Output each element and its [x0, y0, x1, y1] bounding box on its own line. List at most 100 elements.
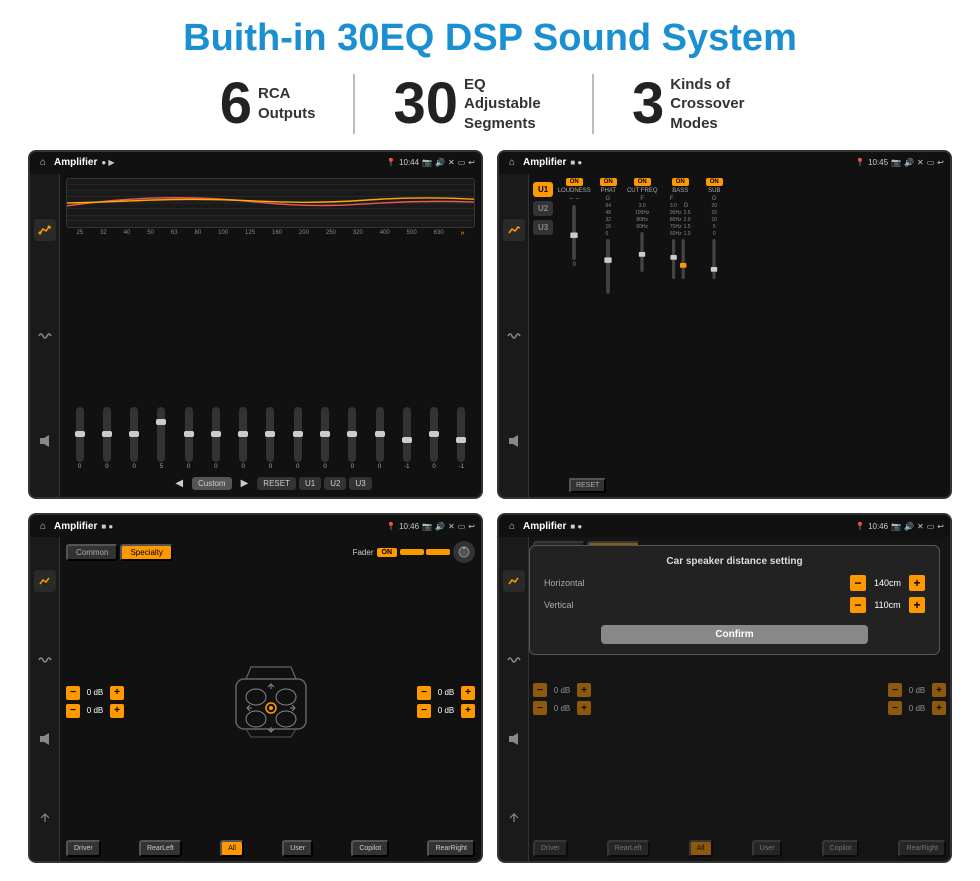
side-icon-eq-4[interactable] [503, 570, 525, 592]
icons-3: ■ ● [101, 522, 113, 531]
u3-button[interactable]: U3 [533, 220, 553, 235]
side-icon-wave-3[interactable] [34, 649, 56, 671]
confirm-button[interactable]: Confirm [601, 625, 868, 644]
home-icon-2[interactable]: ⌂ [505, 156, 519, 170]
eq-u3-button[interactable]: U3 [349, 477, 371, 490]
minus-rl[interactable]: − [66, 704, 80, 718]
amp-content-row: U1 U2 U3 ON LOUDNESS ~~ [533, 178, 946, 473]
home-icon-1[interactable]: ⌂ [36, 156, 50, 170]
screen-content-2: U1 U2 U3 ON LOUDNESS ~~ [499, 174, 950, 498]
side-icon-speaker-2[interactable] [503, 430, 525, 452]
status-bar-left-2: ⌂ Amplifier ■ ● [505, 156, 582, 170]
side-icon-eq-3[interactable] [34, 570, 56, 592]
sub-slider[interactable] [706, 239, 722, 279]
distance-dialog: Car speaker distance setting Horizontal … [529, 545, 940, 655]
vol-val-rr: 0 dB [434, 706, 458, 715]
side-icon-wave-2[interactable] [503, 325, 525, 347]
minus-fl[interactable]: − [66, 686, 80, 700]
fader-label: Fader [353, 548, 374, 557]
dialog-horizontal-row: Horizontal − 140cm + [544, 575, 925, 591]
eq-slider-7: 0 [266, 407, 274, 470]
u2-button[interactable]: U2 [533, 201, 553, 216]
loudness-slider[interactable] [564, 205, 584, 260]
eq-u2-button[interactable]: U2 [324, 477, 346, 490]
side-icon-speaker-4[interactable] [503, 728, 525, 750]
plus-fr[interactable]: + [461, 686, 475, 700]
back-icon-1[interactable]: ↩ [468, 158, 475, 167]
eq-custom-button[interactable]: Custom [192, 477, 232, 490]
eq-slider-6: 0 [239, 407, 247, 470]
plus-rl[interactable]: + [110, 704, 124, 718]
plus-rr[interactable]: + [461, 704, 475, 718]
tab-specialty-3[interactable]: Specialty [120, 544, 172, 561]
stat-label-eq: EQ AdjustableSegments [464, 75, 554, 134]
rearleft-btn-3[interactable]: RearLeft [139, 840, 182, 857]
pin-icon-4: 📍 [855, 522, 865, 531]
back-icon-4[interactable]: ↩ [937, 522, 944, 531]
plus-fl[interactable]: + [110, 686, 124, 700]
all-btn-3[interactable]: All [220, 840, 244, 857]
fader-control: Fader ON [353, 541, 475, 563]
minus-fr[interactable]: − [417, 686, 431, 700]
back-icon-2[interactable]: ↩ [937, 158, 944, 167]
fader-slider-2[interactable] [426, 549, 450, 555]
dialog-minus-horizontal[interactable]: − [850, 575, 866, 591]
reset-area: RESET [533, 474, 946, 493]
vol-row-rl: − 0 dB + [66, 704, 124, 718]
on-badge-cutfreq: ON [634, 178, 651, 186]
bass-slider[interactable] [668, 239, 692, 279]
copilot-btn-3[interactable]: Copilot [351, 840, 389, 857]
dialog-vertical-label: Vertical [544, 600, 599, 610]
page-title: Buith-in 30EQ DSP Sound System [183, 18, 797, 60]
dialog-plus-horizontal[interactable]: + [909, 575, 925, 591]
side-icon-eq-2[interactable] [503, 219, 525, 241]
fader-knob[interactable] [453, 541, 475, 563]
home-icon-3[interactable]: ⌂ [36, 519, 50, 533]
eq-next-button[interactable]: ▶ [235, 476, 255, 491]
reset-button-2[interactable]: RESET [569, 478, 606, 493]
eq-u1-button[interactable]: U1 [299, 477, 321, 490]
eq-main: 25 32 40 50 63 80 100 125 160 200 250 32… [60, 174, 481, 498]
bottom-btns-3: Driver RearLeft All User Copilot RearRig… [66, 840, 475, 857]
x-icon-3: ✕ [448, 522, 455, 531]
pin-icon-1: 📍 [386, 158, 396, 167]
tab-common-3[interactable]: Common [66, 544, 118, 561]
side-icon-arrows-3[interactable] [34, 807, 56, 829]
eq-slider-2: 0 [130, 407, 138, 470]
dialog-plus-vertical[interactable]: + [909, 597, 925, 613]
side-icon-arrows-4[interactable] [503, 807, 525, 829]
back-icon-3[interactable]: ↩ [468, 522, 475, 531]
channel-label-sub: SUB [708, 188, 720, 194]
cutfreq-slider[interactable] [634, 232, 650, 272]
rearright-btn-3[interactable]: RearRight [427, 840, 475, 857]
fader-slider-1[interactable] [400, 549, 424, 555]
stat-number-crossover: 3 [632, 75, 664, 133]
side-icon-eq[interactable] [34, 219, 56, 241]
phat-slider[interactable] [600, 239, 616, 294]
dialog-minus-vertical[interactable]: − [850, 597, 866, 613]
side-icon-speaker[interactable] [34, 430, 56, 452]
stat-number-eq: 30 [393, 75, 458, 133]
cam-icon-3: 📷 [422, 522, 432, 531]
eq-reset-button[interactable]: RESET [257, 477, 296, 490]
status-bar-2: ⌂ Amplifier ■ ● 📍 10:45 📷 🔊 ✕ ▭ ↩ [499, 152, 950, 174]
side-icon-wave-4[interactable] [503, 649, 525, 671]
channel-phat: ON PHAT G 64 48 32 16 0 [594, 178, 622, 473]
eq-prev-button[interactable]: ◀ [169, 476, 189, 491]
side-icons-4 [499, 537, 529, 861]
user-btn-3[interactable]: User [282, 840, 313, 857]
side-icon-wave[interactable] [34, 325, 56, 347]
eq-slider-4: 0 [185, 407, 193, 470]
side-icon-speaker-3[interactable] [34, 728, 56, 750]
on-badge-loudness: ON [566, 178, 583, 186]
u1-button[interactable]: U1 [533, 182, 553, 197]
fader-on-button[interactable]: ON [377, 548, 398, 557]
driver-btn-3[interactable]: Driver [66, 840, 101, 857]
minus-rr[interactable]: − [417, 704, 431, 718]
eq-slider-1: 0 [103, 407, 111, 470]
vol-icon-2: 🔊 [904, 158, 914, 167]
eq-slider-10: 0 [348, 407, 356, 470]
channel-loudness: ON LOUDNESS ~~ 0 [556, 178, 592, 473]
eq-slider-11: 0 [376, 407, 384, 470]
home-icon-4[interactable]: ⌂ [505, 519, 519, 533]
